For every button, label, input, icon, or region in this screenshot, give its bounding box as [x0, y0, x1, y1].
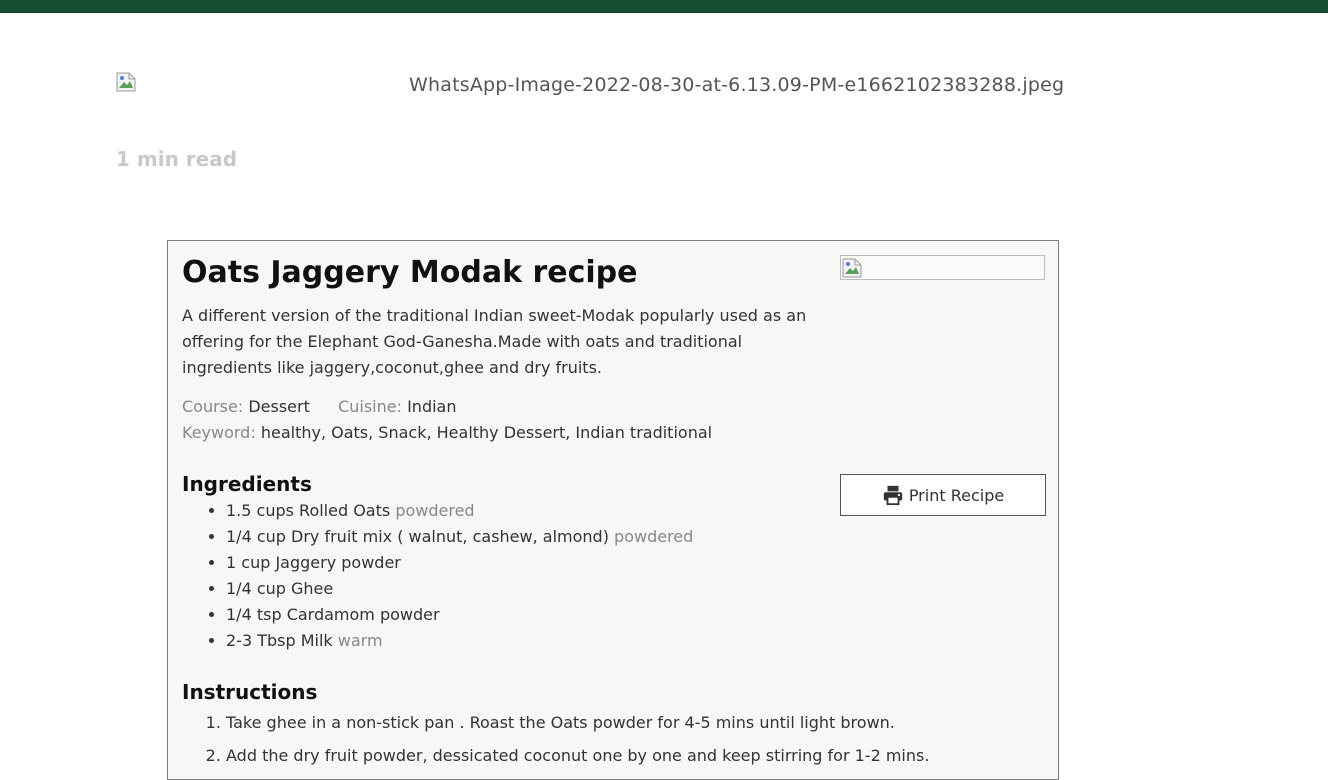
course-label: Course: — [182, 397, 244, 416]
recipe-course-cuisine: Course: Dessert Cuisine: Indian — [182, 397, 456, 416]
ingredient-item: 1/4 tsp Cardamom powder — [226, 602, 693, 628]
ingredients-heading: Ingredients — [182, 472, 312, 496]
keyword-label: Keyword: — [182, 423, 256, 442]
featured-image-alt-text: WhatsApp-Image-2022-08-30-at-6.13.09-PM-… — [409, 74, 1065, 96]
ingredient-item: 1 cup Jaggery powder — [226, 550, 693, 576]
instructions-list: Take ghee in a non-stick pan . Roast the… — [182, 706, 929, 772]
ingredient-item: 1/4 cup Ghee — [226, 576, 693, 602]
ingredient-item: 1/4 cup Dry fruit mix ( walnut, cashew, … — [226, 524, 693, 550]
broken-image-icon — [842, 258, 862, 278]
ingredient-item: 2-3 Tbsp Milk warm — [226, 628, 693, 654]
ingredient-item: 1.5 cups Rolled Oats powdered — [226, 498, 693, 524]
instruction-step: Take ghee in a non-stick pan . Roast the… — [226, 706, 929, 739]
recipe-card: Oats Jaggery Modak recipe A different ve… — [167, 240, 1059, 780]
print-recipe-button[interactable]: Print Recipe — [840, 474, 1046, 516]
broken-image-icon — [116, 72, 136, 92]
printer-icon — [883, 485, 902, 506]
recipe-title: Oats Jaggery Modak recipe — [182, 255, 638, 290]
keyword-value: healthy, Oats, Snack, Healthy Dessert, I… — [260, 423, 713, 442]
cuisine-label: Cuisine: — [338, 397, 402, 416]
course-value: Dessert — [248, 397, 310, 416]
ingredients-list: 1.5 cups Rolled Oats powdered 1/4 cup Dr… — [182, 498, 693, 654]
recipe-summary: A different version of the traditional I… — [182, 306, 807, 377]
recipe-image — [840, 255, 1045, 280]
print-recipe-label: Print Recipe — [908, 485, 1005, 505]
cuisine-value: Indian — [407, 397, 457, 416]
read-time: 1 min read — [116, 147, 238, 171]
instruction-step: Add the dry fruit powder, dessicated coc… — [226, 739, 929, 772]
instructions-heading: Instructions — [182, 680, 318, 704]
recipe-keywords: Keyword: healthy, Oats, Snack, Healthy D… — [182, 423, 712, 442]
top-header-bar — [0, 0, 1328, 13]
